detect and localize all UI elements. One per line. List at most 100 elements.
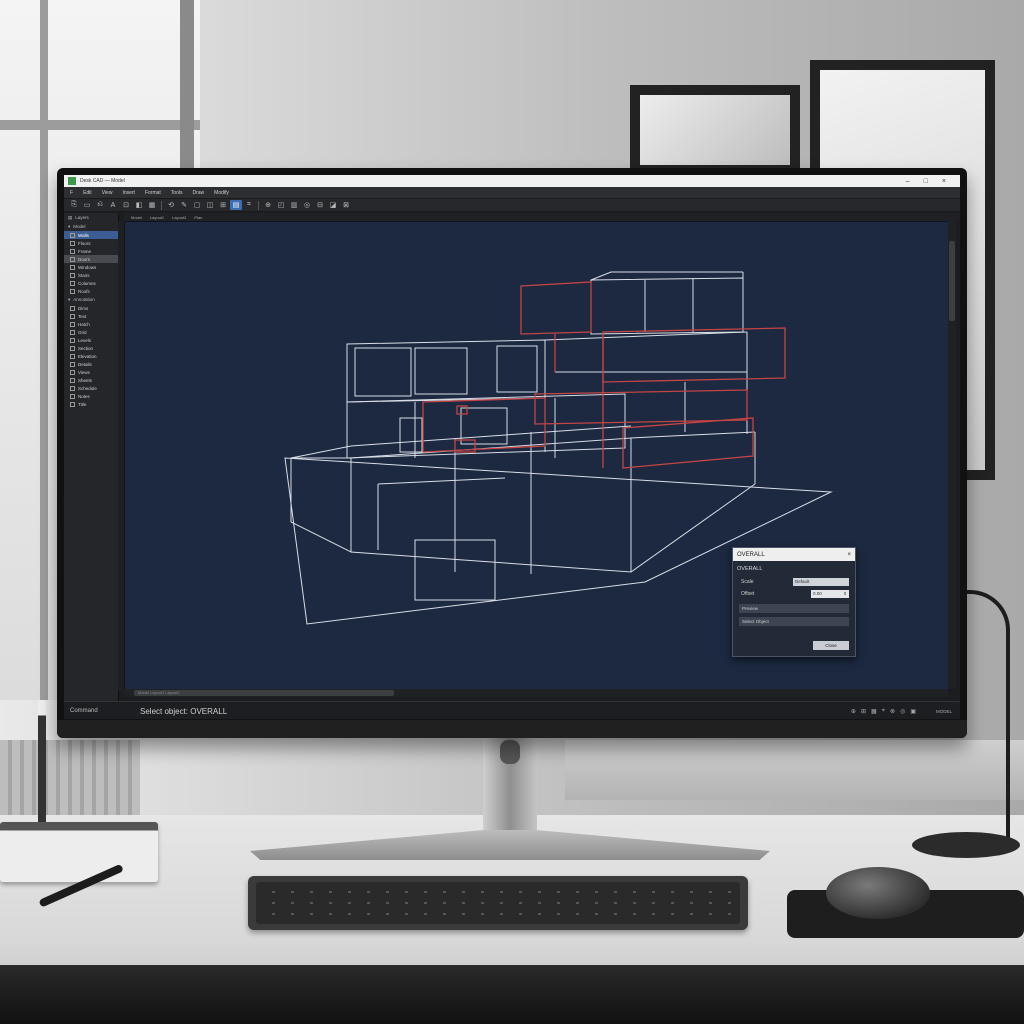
palette-item[interactable]: Notes xyxy=(64,392,118,400)
toolbar-tool-icon[interactable]: ▤ xyxy=(230,200,242,210)
toolbar: ⎘ ▭ ⎌ A ⊡ ◧ ▦ ⟲ ✎ ▢ ◫ ⊞ ▤ ⌗ ⊕ ◰ ▥ ◎ ⊟ ◪ ⊠ xyxy=(64,198,960,212)
menu-item-5[interactable]: Tools xyxy=(171,190,183,196)
preview-button[interactable]: Preview xyxy=(739,604,849,613)
layer-icon xyxy=(70,288,75,294)
palette-item[interactable]: Elevation xyxy=(64,352,118,360)
toolbar-tool-icon[interactable]: ✎ xyxy=(178,200,190,210)
layer-icon xyxy=(70,321,75,327)
horizontal-scrollbar[interactable]: Model Layout1 Layout2 xyxy=(124,689,948,697)
offset-stepper[interactable]: 0.00 ⇕ xyxy=(811,590,849,598)
palette-item[interactable]: Hatch xyxy=(64,320,118,328)
toolbar-tool-icon[interactable]: ⊞ xyxy=(217,200,229,210)
status-toggle-icon[interactable]: ⌖ xyxy=(882,708,885,715)
toolbar-tool-icon[interactable]: ⊟ xyxy=(314,200,326,210)
palette-item[interactable]: Columns xyxy=(64,279,118,287)
select-object-button[interactable]: Select Object xyxy=(739,617,849,626)
palette-item[interactable]: Windows xyxy=(64,263,118,271)
palette-item[interactable]: Views xyxy=(64,368,118,376)
toolbar-tool-icon[interactable]: ◧ xyxy=(133,200,145,210)
mouse xyxy=(826,867,930,919)
chevron-down-icon: ▾ xyxy=(68,296,71,302)
palette-item[interactable]: Title xyxy=(64,400,118,408)
status-toggle-icon[interactable]: ◎ xyxy=(900,708,905,715)
close-icon[interactable]: × xyxy=(847,552,851,558)
palette-item[interactable]: Schedule xyxy=(64,384,118,392)
palette-item[interactable]: Details xyxy=(64,360,118,368)
wire-lower-main xyxy=(350,437,632,573)
pencil-icon xyxy=(38,700,46,830)
tab-layout1[interactable]: Layout1 xyxy=(147,215,167,220)
tab-plan[interactable]: Plan xyxy=(191,215,205,220)
menu-item-2[interactable]: View xyxy=(102,190,113,196)
palette-item[interactable]: Sheets xyxy=(64,376,118,384)
toolbar-tool-icon[interactable]: ◪ xyxy=(327,200,339,210)
palette-header: ▤ Layers xyxy=(68,214,89,221)
palette-item[interactable]: Frame xyxy=(64,247,118,255)
toolbar-tool-icon[interactable]: ⎘ xyxy=(68,200,80,210)
toolbar-tool-icon[interactable]: ▭ xyxy=(81,200,93,210)
close-button[interactable]: × xyxy=(942,178,946,185)
palette-item[interactable]: Section xyxy=(64,344,118,352)
menu-item-3[interactable]: Insert xyxy=(122,190,135,196)
dialog-subtitle: OVERALL xyxy=(737,566,763,572)
menu-item-4[interactable]: Format xyxy=(145,190,161,196)
tab-model[interactable]: Model xyxy=(128,215,145,220)
stepper-arrows-icon: ⇕ xyxy=(843,591,847,596)
dialog-close-button[interactable]: Close xyxy=(813,641,849,650)
layer-icon xyxy=(70,232,75,238)
palette-item[interactable]: Text xyxy=(64,312,118,320)
palette-item[interactable]: Dims xyxy=(64,304,118,312)
cable xyxy=(966,590,1010,844)
tab-layout2[interactable]: Layout2 xyxy=(169,215,189,220)
palette-group[interactable]: ▾ Annotation xyxy=(64,295,118,304)
toolbar-tool-icon[interactable]: ◎ xyxy=(301,200,313,210)
toolbar-tool-icon[interactable]: ⊠ xyxy=(340,200,352,210)
toolbar-tool-icon[interactable]: ⟲ xyxy=(165,200,177,210)
layer-icon xyxy=(70,385,75,391)
status-bar-icons: ⊕ ⊞ ▦ ⌖ ⊗ ◎ ▣ xyxy=(851,708,936,715)
menu-item-1[interactable]: Edit xyxy=(83,190,92,196)
toolbar-separator xyxy=(161,200,162,210)
toolbar-tool-icon[interactable]: ◫ xyxy=(204,200,216,210)
highlight-right-lower xyxy=(534,389,748,425)
palette-group[interactable]: ▾ Model xyxy=(64,222,118,231)
toolbar-tool-icon[interactable]: ◰ xyxy=(275,200,287,210)
palette-item[interactable]: Walls xyxy=(64,231,118,239)
menu-item-0[interactable]: F xyxy=(70,190,73,196)
toolbar-tool-icon[interactable]: ⎌ xyxy=(94,200,106,210)
toolbar-tool-icon[interactable]: ▢ xyxy=(191,200,203,210)
palette-item[interactable]: Doors xyxy=(64,255,118,263)
status-toggle-icon[interactable]: ⊕ xyxy=(851,708,856,715)
scale-field[interactable]: Default xyxy=(793,578,849,586)
menu-item-6[interactable]: Draw xyxy=(192,190,204,196)
vertical-scrollbar[interactable] xyxy=(948,221,956,689)
command-line[interactable]: Command Select object: OVERALL ⊕ ⊞ ▦ ⌖ ⊗ ◎ ▣ M… xyxy=(64,701,960,719)
screen: Desk CAD — Model – □ × F Edit View Insert Fo… xyxy=(64,175,960,719)
toolbar-tool-icon[interactable]: A xyxy=(107,200,119,210)
status-toggle-icon[interactable]: ▦ xyxy=(871,708,877,715)
model-mode-toggle[interactable]: MODEL xyxy=(936,709,960,714)
toolbar-tool-icon[interactable]: ▦ xyxy=(146,200,158,210)
dialog-title-bar: OVERALL × xyxy=(733,548,855,561)
palette-item[interactable]: Roofs xyxy=(64,287,118,295)
layer-icon xyxy=(70,377,75,383)
status-toggle-icon[interactable]: ▣ xyxy=(910,708,916,715)
toolbar-tool-icon[interactable]: ⊡ xyxy=(120,200,132,210)
monitor-stand-knob xyxy=(500,740,520,764)
status-toggle-icon[interactable]: ⊞ xyxy=(861,708,866,715)
palette-item[interactable]: Floors xyxy=(64,239,118,247)
layer-icon xyxy=(70,353,75,359)
maximize-button[interactable]: □ xyxy=(924,178,928,185)
layer-icon xyxy=(70,393,75,399)
palette-item[interactable]: Stairs xyxy=(64,271,118,279)
menu-item-7[interactable]: Modify xyxy=(214,190,229,196)
toolbar-tool-icon[interactable]: ⌗ xyxy=(243,200,255,210)
notebook xyxy=(0,822,158,882)
palette-item[interactable]: Grid xyxy=(64,328,118,336)
toolbar-tool-icon[interactable]: ⊕ xyxy=(262,200,274,210)
highlight-top xyxy=(520,281,592,335)
toolbar-tool-icon[interactable]: ▥ xyxy=(288,200,300,210)
palette-item[interactable]: Levels xyxy=(64,336,118,344)
minimize-button[interactable]: – xyxy=(906,178,910,185)
status-toggle-icon[interactable]: ⊗ xyxy=(890,708,895,715)
